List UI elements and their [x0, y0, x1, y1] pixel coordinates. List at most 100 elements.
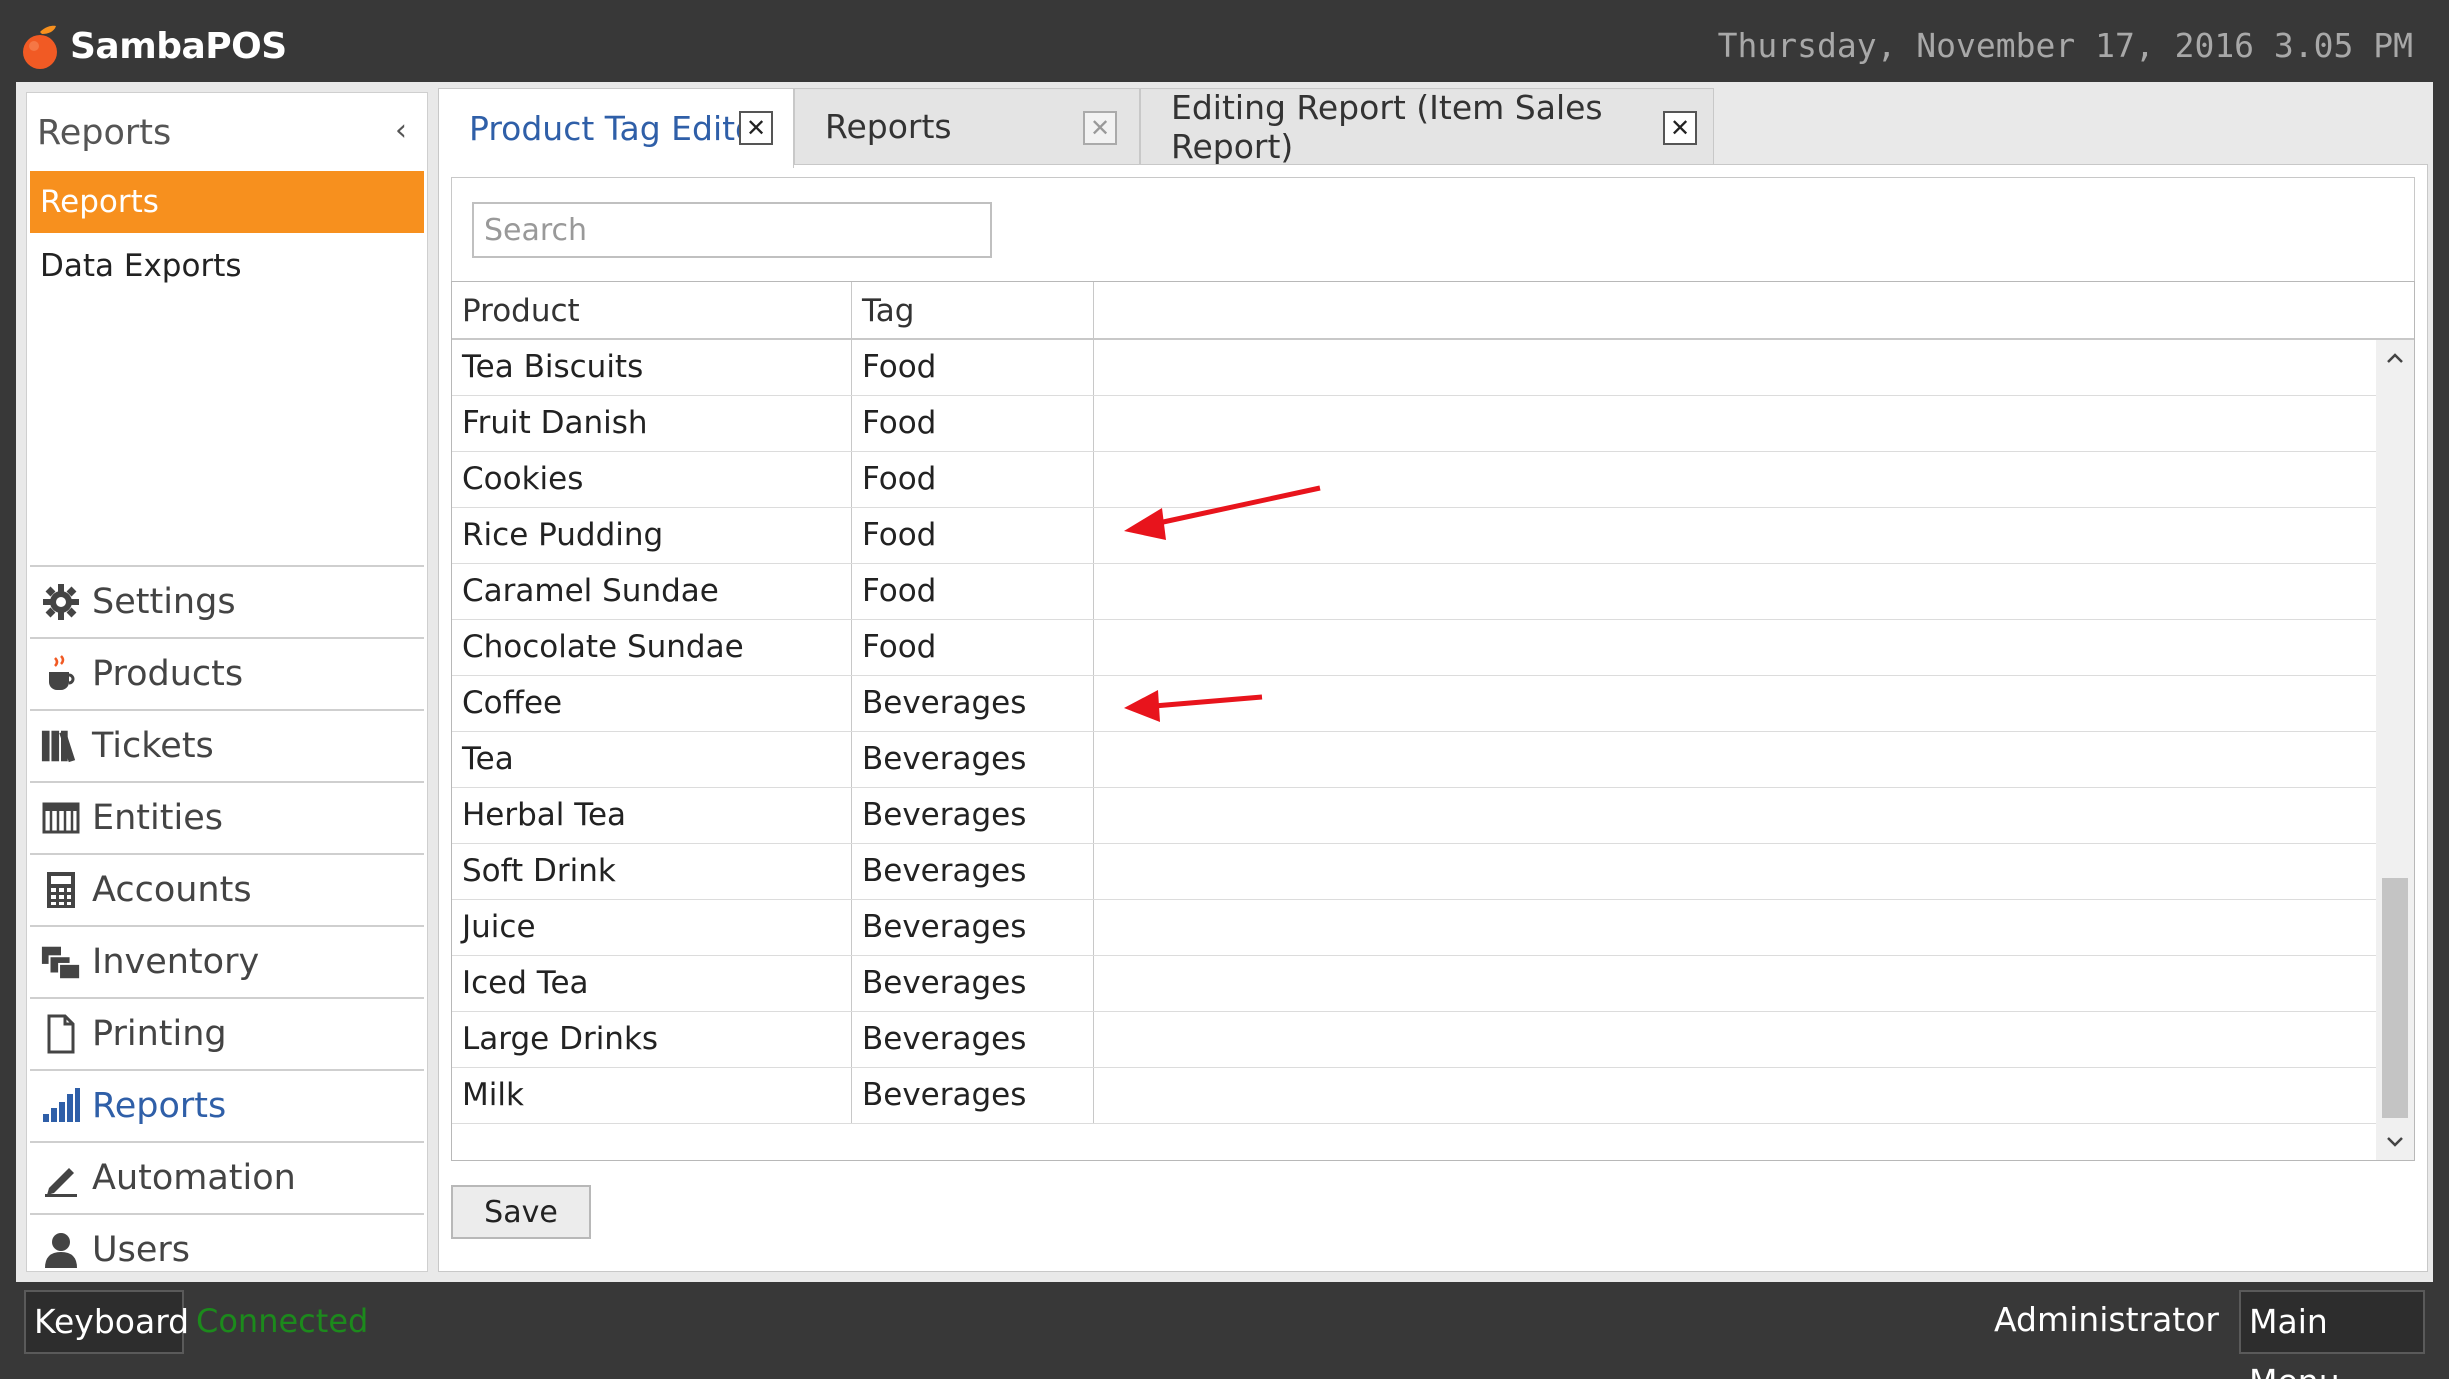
column-header-empty [1094, 282, 2414, 338]
sidebar-item-reports[interactable]: Reports [30, 171, 424, 233]
sidebar-header: Reports ‹ [27, 93, 427, 165]
tag-cell[interactable]: Beverages [852, 676, 1094, 731]
tag-cell[interactable]: Food [852, 452, 1094, 507]
user-icon [40, 1229, 82, 1271]
empty-cell [1094, 732, 2376, 787]
main-menu-button[interactable]: Main Menu [2239, 1290, 2425, 1379]
apple-logo-icon [18, 22, 62, 70]
column-header-product[interactable]: Product [452, 282, 852, 338]
nav-item-products[interactable]: Products [30, 637, 424, 709]
table-row[interactable]: Iced Tea Beverages [452, 956, 2376, 1012]
tag-cell[interactable]: Food [852, 564, 1094, 619]
search-input[interactable] [472, 202, 992, 258]
product-cell[interactable]: Cookies [452, 452, 852, 507]
tab-reports[interactable]: Reports ✕ [794, 88, 1140, 164]
scroll-up-icon[interactable] [2376, 340, 2414, 376]
table-row[interactable]: Milk Beverages [452, 1068, 2376, 1124]
tag-cell[interactable]: Beverages [852, 732, 1094, 787]
close-icon[interactable]: ✕ [739, 111, 773, 145]
connection-status: Connected [196, 1302, 369, 1340]
table-row[interactable]: Herbal Tea Beverages [452, 788, 2376, 844]
tag-cell[interactable]: Food [852, 508, 1094, 563]
product-cell[interactable]: Chocolate Sundae [452, 620, 852, 675]
product-cell[interactable]: Fruit Danish [452, 396, 852, 451]
product-cell[interactable]: Caramel Sundae [452, 564, 852, 619]
scrollbar-thumb[interactable] [2382, 878, 2408, 1118]
nav-item-tickets[interactable]: Tickets [30, 709, 424, 781]
sidebar-item-data-exports[interactable]: Data Exports [30, 235, 424, 297]
collapse-chevron-icon[interactable]: ‹ [395, 113, 407, 148]
grid-table-icon [40, 797, 82, 839]
nav-item-reports[interactable]: Reports [30, 1069, 424, 1141]
nav-item-users[interactable]: Users [30, 1213, 424, 1285]
tag-cell[interactable]: Beverages [852, 788, 1094, 843]
datetime-display: Thursday, November 17, 2016 3.05 PM [1717, 26, 2413, 65]
nav-label-settings: Settings [92, 582, 236, 622]
product-cell[interactable]: Herbal Tea [452, 788, 852, 843]
document-icon [40, 1013, 82, 1055]
keyboard-button[interactable]: Keyboard [24, 1290, 189, 1354]
tag-cell[interactable]: Beverages [852, 1068, 1094, 1123]
product-cell[interactable]: Soft Drink [452, 844, 852, 899]
tag-cell[interactable]: Beverages [852, 1012, 1094, 1067]
grid-header: Product Tag [452, 282, 2414, 340]
product-cell[interactable]: Tea [452, 732, 852, 787]
product-cell[interactable]: Rice Pudding [452, 508, 852, 563]
stacked-boxes-icon [40, 941, 82, 983]
sidebar: Reports ‹ Reports Data Exports Settings … [26, 92, 428, 1272]
tab-product-tag-editor[interactable]: Product Tag Editor ✕ [438, 88, 794, 168]
tag-cell[interactable]: Beverages [852, 844, 1094, 899]
save-button[interactable]: Save [451, 1185, 591, 1239]
nav-label-reports: Reports [92, 1086, 227, 1126]
table-row[interactable]: Chocolate Sundae Food [452, 620, 2376, 676]
tag-cell[interactable]: Beverages [852, 956, 1094, 1011]
nav-item-automation[interactable]: Automation [30, 1141, 424, 1213]
tab-label: Product Tag Editor [469, 109, 769, 148]
nav-label-inventory: Inventory [92, 942, 260, 982]
nav-item-settings[interactable]: Settings [30, 565, 424, 637]
table-row[interactable]: Soft Drink Beverages [452, 844, 2376, 900]
table-row[interactable]: Tea Beverages [452, 732, 2376, 788]
close-icon[interactable]: ✕ [1083, 111, 1117, 145]
table-row[interactable]: Large Drinks Beverages [452, 1012, 2376, 1068]
close-icon[interactable]: ✕ [1663, 111, 1697, 145]
empty-cell [1094, 620, 2376, 675]
title-bar: SambaPOS Thursday, November 17, 2016 3.0… [0, 0, 2449, 82]
nav-item-inventory[interactable]: Inventory [30, 925, 424, 997]
calculator-icon [40, 869, 82, 911]
nav-item-accounts[interactable]: Accounts [30, 853, 424, 925]
sidebar-title: Reports [37, 113, 172, 153]
table-row[interactable]: Rice Pudding Food [452, 508, 2376, 564]
nav-item-entities[interactable]: Entities [30, 781, 424, 853]
tag-cell[interactable]: Food [852, 620, 1094, 675]
tab-label: Editing Report (Item Sales Report) [1171, 87, 1603, 166]
vertical-scrollbar[interactable] [2376, 340, 2414, 1160]
product-cell[interactable]: Tea Biscuits [452, 340, 852, 395]
empty-cell [1094, 1012, 2376, 1067]
column-header-tag[interactable]: Tag [852, 282, 1094, 338]
tag-cell[interactable]: Food [852, 396, 1094, 451]
table-row[interactable]: Tea Biscuits Food [452, 340, 2376, 396]
nav-label-automation: Automation [92, 1158, 296, 1198]
books-icon [40, 725, 82, 767]
empty-cell [1094, 788, 2376, 843]
table-row[interactable]: Juice Beverages [452, 900, 2376, 956]
table-row[interactable]: Caramel Sundae Food [452, 564, 2376, 620]
nav-label-entities: Entities [92, 798, 223, 838]
current-user: Administrator [1994, 1300, 2219, 1339]
product-cell[interactable]: Iced Tea [452, 956, 852, 1011]
product-cell[interactable]: Milk [452, 1068, 852, 1123]
tag-cell[interactable]: Beverages [852, 900, 1094, 955]
tag-cell[interactable]: Food [852, 340, 1094, 395]
empty-cell [1094, 452, 2376, 507]
table-row[interactable]: Coffee Beverages [452, 676, 2376, 732]
empty-cell [1094, 1068, 2376, 1123]
table-row[interactable]: Cookies Food [452, 452, 2376, 508]
product-cell[interactable]: Coffee [452, 676, 852, 731]
tab-editing-report[interactable]: Editing Report (Item Sales Report) ✕ [1140, 87, 1714, 166]
table-row[interactable]: Fruit Danish Food [452, 396, 2376, 452]
product-cell[interactable]: Large Drinks [452, 1012, 852, 1067]
product-cell[interactable]: Juice [452, 900, 852, 955]
nav-item-printing[interactable]: Printing [30, 997, 424, 1069]
scroll-down-icon[interactable] [2376, 1124, 2414, 1160]
